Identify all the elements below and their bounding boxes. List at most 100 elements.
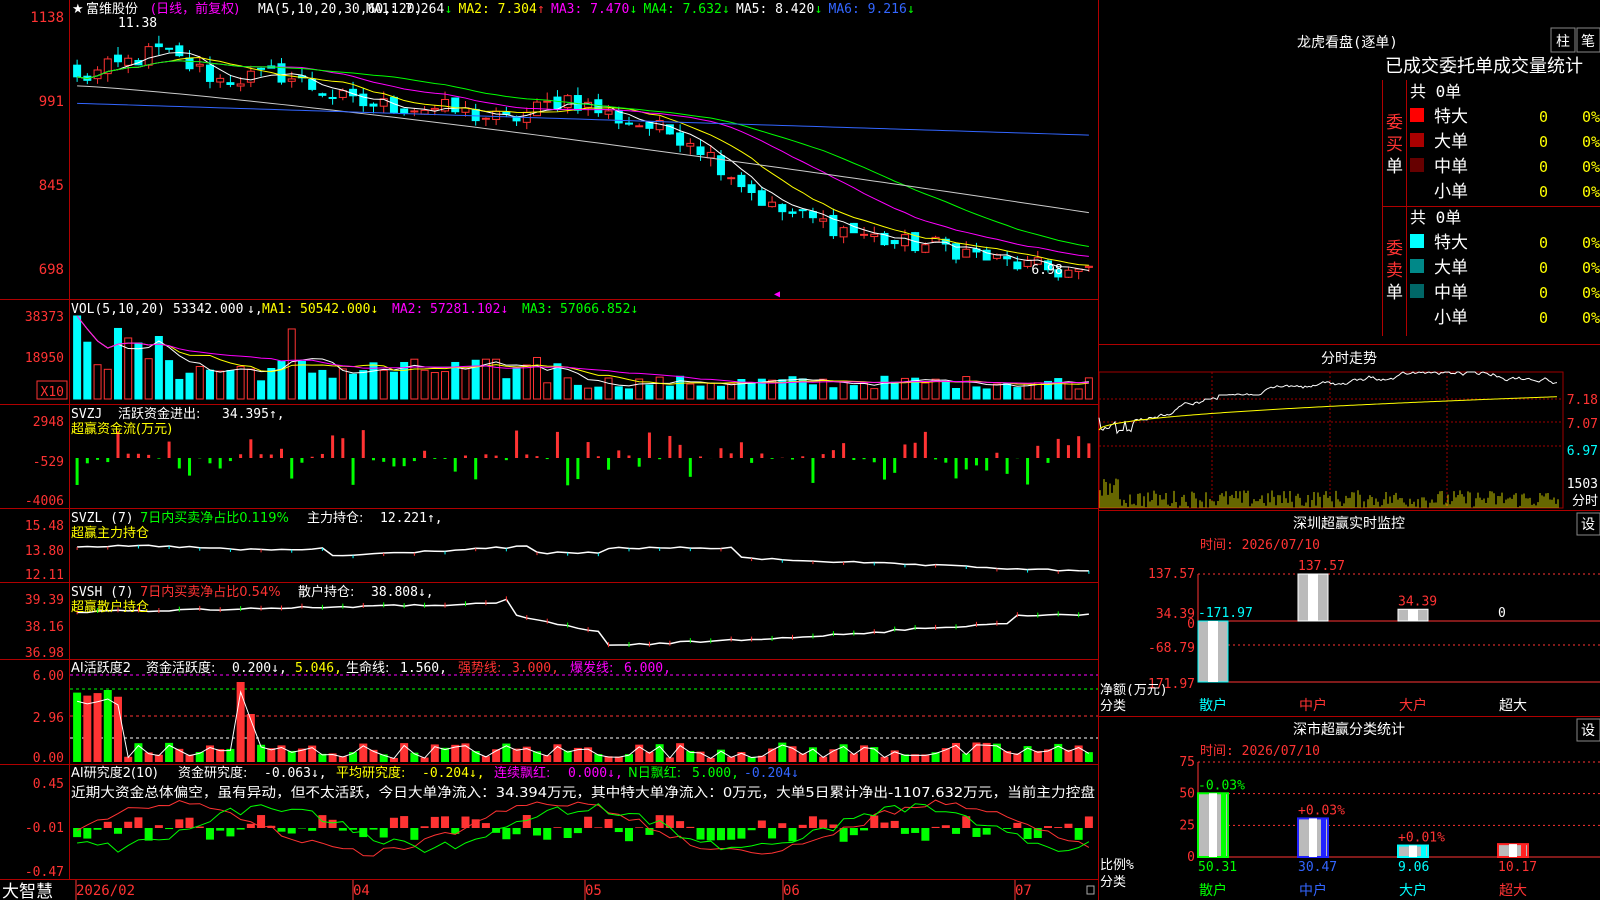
- volume-bar: [338, 368, 347, 400]
- monitor-bar-label: 137.57: [1298, 559, 1345, 574]
- order-count: 0: [1539, 259, 1548, 277]
- ai2-bar: [359, 828, 368, 838]
- svzl-panel[interactable]: [76, 544, 1090, 574]
- flow-bar: [1056, 438, 1060, 458]
- classify-bar-edge: [1521, 844, 1526, 857]
- order-type-0: 特大: [1434, 107, 1468, 127]
- candle: [451, 97, 460, 113]
- ai2-bar: [706, 828, 715, 841]
- flow-bar: [821, 454, 825, 458]
- volume-bar: [686, 383, 695, 400]
- ai2-bar: [982, 828, 991, 835]
- flow-bar: [85, 458, 89, 464]
- ai2-v5: -0.204↓: [744, 766, 799, 781]
- date-tick: 04: [353, 883, 370, 899]
- flow-bar: [852, 458, 856, 461]
- flow-bar: [249, 439, 253, 458]
- candle: [870, 233, 879, 238]
- vol-title: VOL(5,10,20): [71, 302, 165, 317]
- order-pct: 0%: [1582, 259, 1600, 277]
- monitor-category: 大户: [1399, 697, 1427, 714]
- ai2-bar: [1044, 826, 1053, 828]
- intraday-chart[interactable]: [1098, 371, 1564, 509]
- volume-bar: [573, 384, 582, 400]
- flow-bar: [351, 458, 355, 485]
- candle: [1003, 256, 1012, 260]
- ai2-label2: 平均研究度:: [336, 765, 405, 781]
- order-pct: 0%: [1582, 108, 1600, 126]
- volume-bar: [257, 380, 266, 400]
- candle: [808, 211, 817, 219]
- classify-bar-edge: [1221, 793, 1226, 857]
- stock-name[interactable]: 富维股份: [86, 1, 138, 17]
- volume-bar: [216, 370, 225, 400]
- price-panel[interactable]: ◀: [73, 35, 1093, 300]
- volume-bar: [359, 370, 368, 400]
- svsh-panel[interactable]: [76, 596, 1089, 648]
- candle: [236, 83, 245, 87]
- volume-bar: [962, 376, 971, 400]
- volume-bar: [747, 382, 756, 400]
- svsh-value: 38.808↓,: [371, 585, 434, 600]
- volume-bar: [992, 383, 1001, 400]
- monitor-category: 中户: [1299, 697, 1327, 714]
- volume-bar: [624, 388, 633, 400]
- candle: [257, 67, 266, 70]
- ai2-bar: [778, 823, 787, 828]
- monitor-axis-title: 净额(万元): [1100, 683, 1168, 698]
- ai1-title: AI活跃度2: [71, 660, 131, 676]
- flow-bar: [627, 455, 631, 458]
- monitor-time: 时间: 2026/07/10: [1200, 538, 1320, 553]
- classify-category: 大户: [1399, 882, 1427, 899]
- period-label[interactable]: (日线，前复权): [151, 1, 239, 17]
- flow-bar: [320, 453, 324, 458]
- candle: [1023, 259, 1032, 267]
- ma-line-20: [77, 60, 1089, 257]
- flow-bar: [668, 435, 672, 458]
- lock-icon[interactable]: [1086, 885, 1095, 895]
- volume-bar: [267, 367, 276, 400]
- ai2-bar: [308, 828, 317, 831]
- ai2-bar: [676, 821, 685, 828]
- candle: [747, 184, 756, 194]
- order-type-3: 小单: [1434, 308, 1468, 328]
- order-pct: 0%: [1582, 234, 1600, 252]
- candle: [849, 222, 858, 234]
- ai2-bar: [420, 826, 429, 828]
- classify-category: 中户: [1299, 882, 1327, 899]
- monitor-axis-title2: 分类: [1100, 699, 1126, 714]
- ai2-bar: [1013, 822, 1022, 828]
- ai2-bar: [584, 816, 593, 828]
- flow-bar: [515, 430, 519, 458]
- candle: [716, 155, 725, 176]
- flow-bar: [341, 438, 345, 458]
- ai-activity-panel[interactable]: [70, 674, 1098, 762]
- flow-bar: [412, 458, 416, 462]
- classify-category: 超大: [1499, 883, 1527, 899]
- flow-bar: [504, 458, 508, 461]
- ai-research-panel[interactable]: [73, 799, 1093, 857]
- volume-bar: [972, 386, 981, 400]
- chart-area[interactable]: ◀ 137.5734.390-68.79-171.97-171.97散户137.…: [0, 0, 1600, 900]
- ai2-bar: [911, 828, 920, 833]
- candle: [400, 108, 409, 115]
- date-tick: 06: [783, 883, 800, 899]
- flow-bar: [811, 458, 815, 483]
- ma-value-1: MA1: 7.264: [366, 2, 444, 17]
- classify-settings-label: 设: [1581, 723, 1595, 739]
- flow-bar: [739, 442, 743, 458]
- ai1-v5: 6.000,: [624, 661, 671, 676]
- svzj-panel[interactable]: [75, 430, 1091, 486]
- monitor-category: 散户: [1199, 697, 1227, 714]
- flow-bar: [1026, 458, 1030, 485]
- ai2-header: AI研究度2(10) 资金研究度: -0.063↓, 平均研究度: -0.204…: [71, 765, 1095, 801]
- flow-bar: [882, 458, 886, 480]
- monitor-bar-label: -171.97: [1198, 606, 1253, 621]
- candle: [839, 227, 848, 238]
- sell-label-3: 单: [1386, 283, 1403, 303]
- order-count: 0: [1539, 133, 1548, 151]
- classify-change: -0.03%: [1198, 778, 1245, 793]
- buy-label-2: 买: [1386, 135, 1403, 155]
- volume-panel[interactable]: [73, 315, 1093, 400]
- price-tick: 1138: [30, 10, 64, 26]
